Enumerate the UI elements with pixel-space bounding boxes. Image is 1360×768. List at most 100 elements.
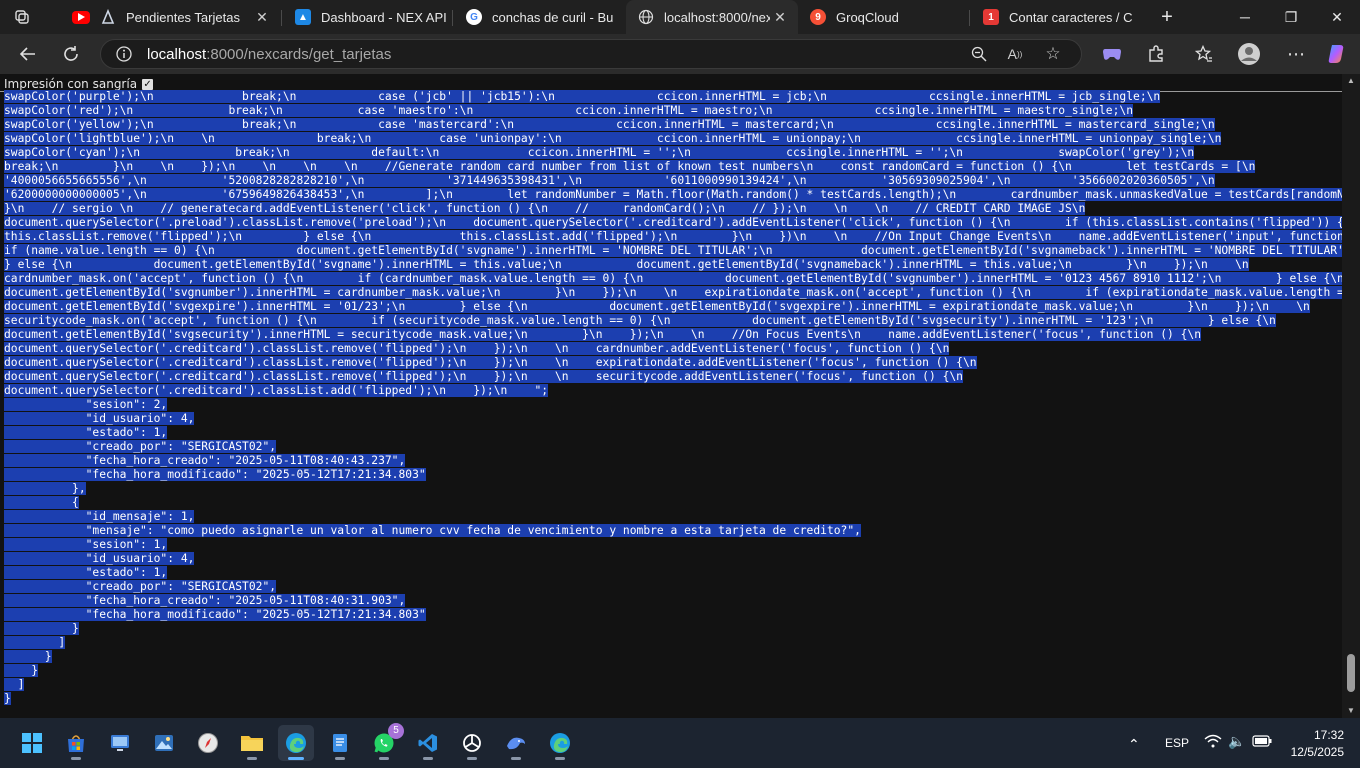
running-indicator (335, 757, 345, 760)
chevron-up-icon[interactable]: ⌃ (1128, 736, 1140, 753)
copilot-icon[interactable] (1321, 38, 1353, 70)
json-response-text: swapColor('purple');\n break;\n case ('j… (4, 90, 1360, 706)
page-content: Impresión con sangría ✓ swapColor('purpl… (0, 74, 1360, 718)
taskbar-notepad[interactable] (322, 725, 358, 761)
extensions-icon[interactable] (1140, 38, 1172, 70)
tab-contar-caracteres[interactable]: 1 Contar caracteres / C (971, 0, 1143, 34)
taskbar-edge[interactable] (278, 725, 314, 761)
volume-icon[interactable]: 🔈 (1228, 733, 1245, 750)
scroll-up-icon[interactable]: ▲ (1342, 74, 1360, 88)
read-aloud-icon[interactable]: A)) (1001, 40, 1029, 68)
wifi-icon[interactable] (1204, 734, 1222, 751)
battery-icon[interactable] (1252, 735, 1272, 750)
settings-more-icon[interactable]: ⋯ (1280, 38, 1312, 70)
globe-icon (638, 9, 654, 25)
taskbar-app-11[interactable] (498, 725, 534, 761)
notepad-icon (328, 731, 352, 755)
notification-badge: 5 (388, 723, 404, 739)
zoom-icon[interactable] (965, 40, 993, 68)
tab-label: Pendientes Tarjetas (126, 9, 240, 25)
clock-date[interactable]: 12/5/2025 (1283, 745, 1344, 759)
close-icon[interactable]: ✕ (252, 9, 272, 26)
taskbar-app-2[interactable] (102, 725, 138, 761)
refresh-button[interactable] (55, 38, 87, 70)
minimize-button[interactable]: ─ (1222, 0, 1268, 34)
monitor-icon (108, 731, 132, 755)
maximize-button[interactable]: ❐ (1268, 0, 1314, 34)
start-button[interactable] (14, 725, 50, 761)
app-icon (100, 9, 116, 25)
favorite-star-icon[interactable]: ☆ (1039, 40, 1067, 68)
code-line: document.getElementById('svgexpire').inn… (4, 300, 1310, 313)
taskbar-photos[interactable] (146, 725, 182, 761)
running-indicator (247, 757, 257, 760)
profile-avatar-icon[interactable] (1233, 38, 1265, 70)
code-line: "fecha_hora_modificado": "2025-05-12T17:… (4, 468, 426, 481)
compass-icon (196, 731, 220, 755)
info-icon[interactable] (109, 46, 139, 62)
taskbar-edge-2[interactable] (542, 725, 578, 761)
taskbar-whatsapp[interactable]: 5 (366, 723, 404, 761)
code-line: swapColor('yellow');\n break;\n case 'ma… (4, 118, 1215, 131)
vertical-scrollbar[interactable]: ▲ ▼ (1342, 74, 1360, 718)
google-icon: G (466, 9, 482, 25)
code-line: this.classList.remove('flipped');\n } el… (4, 230, 1360, 244)
scroll-down-icon[interactable]: ▼ (1342, 704, 1360, 718)
clock-time[interactable]: 17:32 (1300, 728, 1344, 742)
workspaces-icon[interactable] (6, 1, 38, 33)
tab-label: localhost:8000/nexca (664, 9, 770, 25)
tab-label: Contar caracteres / C (1009, 9, 1133, 25)
tab-strip: Pendientes Tarjetas ✕ ▲ Dashboard - NEX … (0, 0, 1360, 34)
code-line: }, (4, 482, 86, 495)
code-line: swapColor('cyan');\n break;\n default:\n… (4, 146, 1195, 159)
code-line: if (name.value.length == 0) {\n document… (4, 244, 1360, 258)
code-line: "fecha_hora_creado": "2025-05-11T08:40:3… (4, 594, 406, 607)
contar-icon: 1 (983, 9, 999, 25)
running-indicator (423, 757, 433, 760)
taskbar-store[interactable] (58, 725, 94, 761)
taskbar-app-4[interactable] (190, 725, 226, 761)
folder-icon (240, 731, 264, 755)
pretty-print-label: Impresión con sangría (4, 77, 138, 91)
tab-groqcloud[interactable]: 9 GroqCloud (798, 0, 970, 34)
edge-icon (284, 731, 308, 755)
store-icon (64, 731, 88, 755)
code-line: "id_usuario": 4, (4, 412, 195, 425)
tab-pendientes-tarjetas[interactable]: Pendientes Tarjetas ✕ (60, 0, 280, 34)
code-line: { (4, 496, 79, 509)
language-indicator[interactable]: ESP (1165, 736, 1189, 750)
tab-localhost[interactable]: localhost:8000/nexca ✕ (626, 0, 798, 34)
groq-icon: 9 (810, 9, 826, 25)
running-indicator (71, 757, 81, 760)
code-line: } (4, 650, 52, 663)
close-icon[interactable]: ✕ (770, 9, 790, 26)
code-line: "creado_por": "SERGICAST02", (4, 580, 277, 593)
code-line: "estado": 1, (4, 566, 168, 579)
back-button[interactable] (12, 38, 44, 70)
copilot-game-icon[interactable] (1096, 38, 1128, 70)
scrollbar-thumb[interactable] (1347, 654, 1355, 692)
tab-label: conchas de curil - Bu (492, 9, 614, 25)
taskbar-explorer[interactable] (234, 725, 270, 761)
address-bar[interactable]: localhost:8000/nexcards/get_tarjetas A))… (100, 39, 1082, 69)
taskbar-chatgpt[interactable] (454, 725, 490, 761)
code-line: document.querySelector('.creditcard').cl… (4, 370, 963, 383)
tab-label: Dashboard - NEX API (321, 9, 447, 25)
code-line: document.querySelector('.preload').class… (4, 216, 1358, 229)
code-line: "id_usuario": 4, (4, 552, 195, 565)
code-line: swapColor('purple');\n break;\n case ('j… (4, 90, 1161, 103)
close-window-button[interactable]: ✕ (1314, 0, 1360, 34)
code-line: "sesion": 1, (4, 538, 168, 551)
code-line: ] (4, 636, 66, 649)
new-tab-button[interactable]: + (1144, 0, 1190, 34)
favorites-icon[interactable] (1188, 38, 1220, 70)
tab-dashboard-nex-api[interactable]: ▲ Dashboard - NEX API (283, 0, 455, 34)
running-indicator (555, 757, 565, 760)
checkbox-checked-icon[interactable]: ✓ (142, 78, 154, 90)
code-line: securitycode_mask.on('accept', function … (4, 314, 1276, 327)
code-line: document.getElementById('svgnumber').inn… (4, 286, 1360, 300)
taskbar-vscode[interactable] (410, 725, 446, 761)
running-indicator (379, 757, 389, 760)
tab-google-search[interactable]: G conchas de curil - Bu (454, 0, 626, 34)
running-indicator (511, 757, 521, 760)
